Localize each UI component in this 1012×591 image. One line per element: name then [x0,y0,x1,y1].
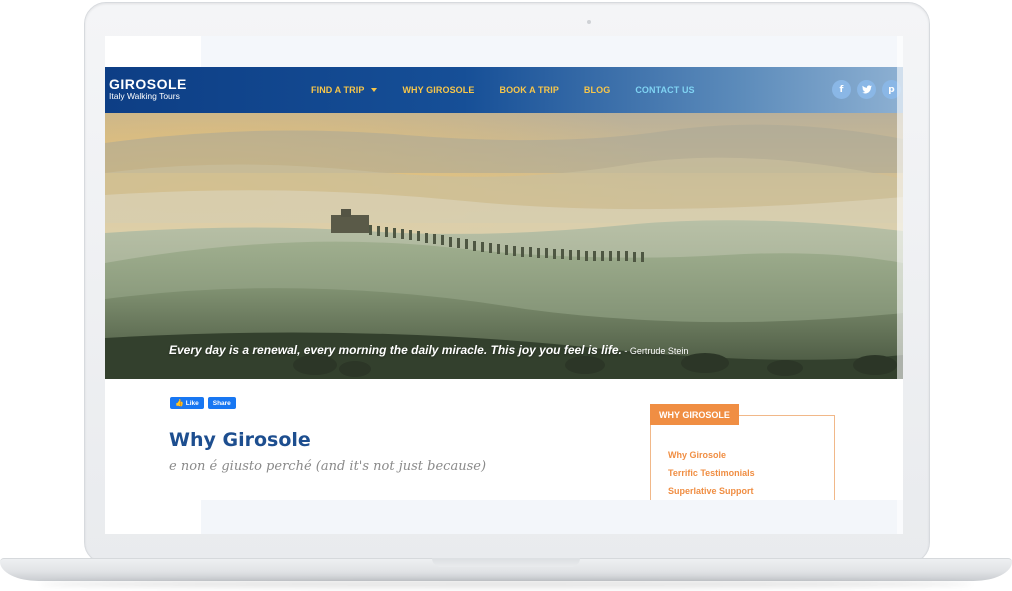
facebook-like-label: Like [185,399,199,407]
hero-banner: Every day is a renewal, every morning th… [105,113,903,379]
nav-label-why-girosole: WHY GIROSOLE [402,85,475,95]
hero-quote-text: Every day is a renewal, every morning th… [169,343,622,357]
twitter-bird-glyph [861,85,872,94]
nav-label-find-a-trip: FIND A TRIP [311,85,365,95]
sidebar-link-support[interactable]: Superlative Support [668,482,755,500]
page-title: Why Girosole [169,429,311,451]
facebook-like-button[interactable]: 👍 Like [170,397,204,409]
page-bottom-fade [201,500,903,534]
sidebar-link-why-girosole[interactable]: Why Girosole [668,446,755,464]
twitter-icon[interactable] [857,80,876,99]
nav-book-a-trip[interactable]: BOOK A TRIP [499,85,558,95]
facebook-share-button[interactable]: Share [207,397,236,409]
hero-quote-author: - Gertrude Stein [621,346,689,356]
camera-dot [587,20,591,24]
brand-tagline: Italy Walking Tours [109,91,180,101]
brand-logo[interactable]: GIROSOLE Italy Walking Tours [109,77,187,101]
facebook-share-label: Share [212,399,231,407]
nav-blog[interactable]: BLOG [584,85,610,95]
sidebar-links: Why Girosole Terrific Testimonials Super… [668,446,755,500]
dropdown-caret-icon [371,88,378,92]
laptop-shadow [40,580,972,588]
website-screen: GIROSOLE Italy Walking Tours FIND A TRIP… [105,36,903,534]
sidebar-title: WHY GIROSOLE [650,404,739,425]
nav-find-a-trip[interactable]: FIND A TRIP [311,85,378,95]
nav-why-girosole[interactable]: WHY GIROSOLE [402,85,474,95]
hero-quote: Every day is a renewal, every morning th… [169,343,688,357]
nav-label-contact-us: CONTACT US [635,85,695,95]
main-nav: FIND A TRIP WHY GIROSOLE BOOK A TRIP BLO… [311,67,720,113]
facebook-buttons: 👍 Like Share [170,397,240,409]
hilltop-villa [331,215,369,233]
facebook-icon[interactable]: f [832,80,851,99]
sidebar-link-testimonials[interactable]: Terrific Testimonials [668,464,755,482]
nav-contact-us[interactable]: CONTACT US [635,85,694,95]
laptop-notch [432,558,580,567]
nav-label-blog: BLOG [583,85,611,95]
page-subtitle: e non é giusto perché (and it's not just… [169,459,487,474]
social-links: f p [832,80,903,99]
site-header: GIROSOLE Italy Walking Tours FIND A TRIP… [105,67,903,113]
brand-name: GIROSOLE [109,76,187,92]
browser-top-strip [105,36,903,67]
screen-right-edge [897,36,903,534]
nav-label-book-a-trip: BOOK A TRIP [499,85,559,95]
hero-landscape-image [105,113,903,379]
thumbs-up-icon: 👍 [175,400,184,407]
